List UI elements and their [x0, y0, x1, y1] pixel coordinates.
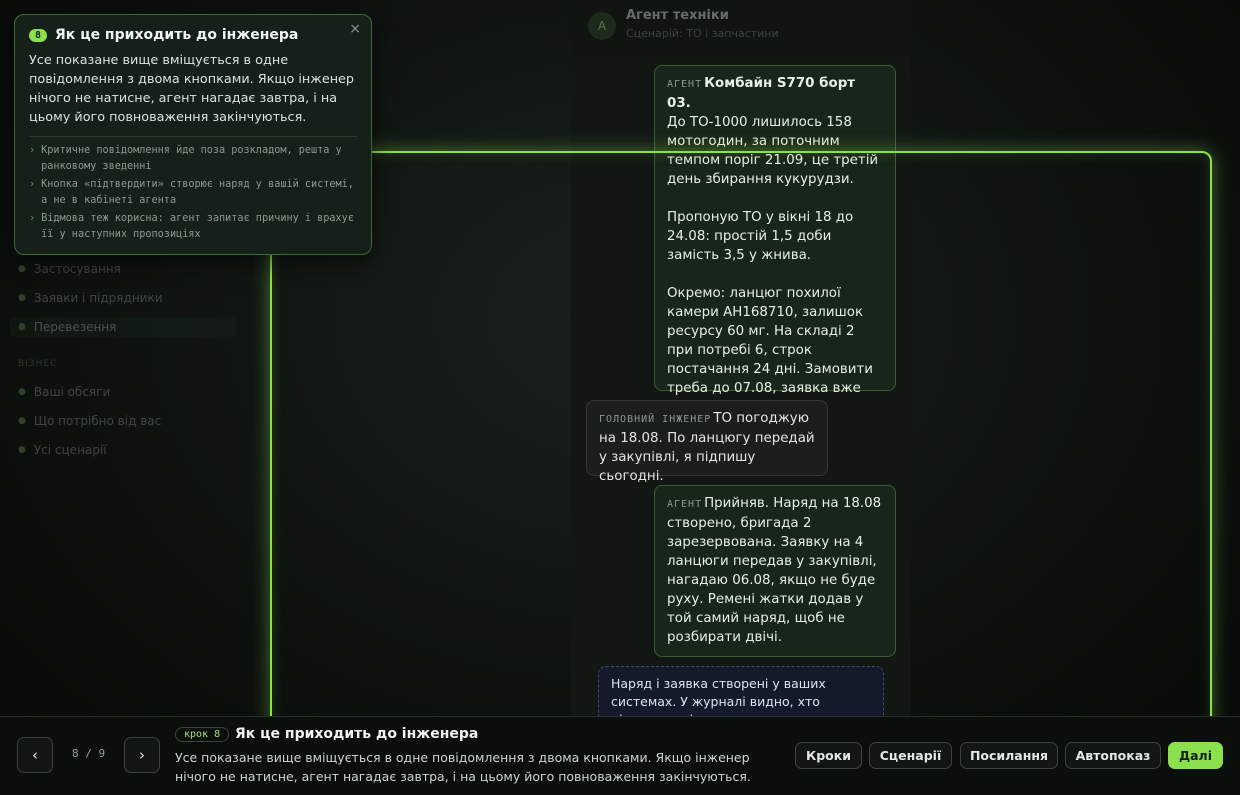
- tooltip-note: › Відмова теж корисна: агент запитає прич…: [29, 211, 357, 242]
- agent-message: АГЕНТ Прийняв. Наряд на 18.08 створено, б…: [654, 485, 896, 657]
- tour-tooltip: 8 Як це приходить до інженера × Усе пока…: [14, 14, 372, 255]
- sidebar-item[interactable]: ● Застосування: [18, 262, 121, 276]
- message-author: АГЕНТ: [667, 499, 703, 510]
- prev-step-button[interactable]: ‹: [17, 737, 53, 773]
- next-step-button[interactable]: ›: [124, 737, 160, 773]
- links-button[interactable]: Посилання: [960, 742, 1058, 769]
- tooltip-body: Усе показане вище вміщується в одне пові…: [29, 53, 355, 125]
- message-author: АГЕНТ: [667, 79, 703, 90]
- bullet-icon: ●: [18, 445, 26, 455]
- bullet-icon: ●: [18, 293, 26, 303]
- tooltip-note: › Кнопка «підтвердити» створює наряд у ва…: [29, 177, 357, 208]
- step-badge: 8: [29, 28, 48, 42]
- tooltip-note: › Критичне повідомлення йде поза розкладо…: [29, 143, 357, 174]
- sidebar-item-label: Заявки і підрядники: [33, 291, 163, 305]
- chevron-right-icon: ›: [29, 179, 36, 190]
- note-text: Кнопка «підтвердити» створює наряд у ваш…: [41, 179, 354, 206]
- tooltip-title: Як це приходить до інженера: [55, 27, 299, 43]
- note-text: Критичне повідомлення йде поза розкладом…: [41, 145, 342, 172]
- bullet-icon: ●: [18, 322, 26, 332]
- sidebar-item-label: Що потрібно від вас: [33, 414, 162, 428]
- step-pill: крок 8: [175, 727, 230, 742]
- sidebar-item-active[interactable]: ● Перевезення: [10, 317, 236, 337]
- sidebar-item-label: Застосування: [33, 262, 121, 276]
- sidebar-item[interactable]: ● Ваші обсяги: [18, 385, 110, 399]
- autoplay-button[interactable]: Автопоказ: [1065, 742, 1161, 769]
- divider: [29, 136, 357, 137]
- sidebar-item-label: Усі сценарії: [33, 443, 107, 457]
- agent-avatar: A: [588, 12, 616, 40]
- step-title: Як це приходить до інженера: [235, 726, 479, 742]
- sidebar-section-label: ВІЗНЕС: [18, 359, 58, 369]
- chat-subtitle: Сценарій: ТО і запчастини: [626, 27, 779, 40]
- steps-button[interactable]: Кроки: [795, 742, 862, 769]
- sidebar-item[interactable]: ● Що потрібно від вас: [18, 414, 161, 428]
- chevron-right-icon: ›: [29, 213, 36, 224]
- close-icon[interactable]: ×: [349, 21, 361, 37]
- step-counter: 8 / 9: [72, 747, 106, 760]
- step-description: Усе показане вище вміщується в одне пові…: [175, 750, 751, 784]
- message-text: Прийняв. Наряд на 18.08 створено, бригад…: [667, 496, 886, 645]
- message-text: До ТО-1000 лишилось 158 мотогодин, за по…: [667, 115, 879, 415]
- next-button[interactable]: Далі: [1168, 742, 1223, 769]
- scenarios-button[interactable]: Сценарії: [869, 742, 952, 769]
- message-author: ГОЛОВНИЙ ІНЖЕНЕР: [599, 414, 712, 425]
- sidebar-item-label: Перевезення: [33, 320, 117, 334]
- sidebar-item[interactable]: ● Усі сценарії: [18, 443, 107, 457]
- note-text: Відмова теж корисна: агент запитає причи…: [41, 213, 354, 240]
- bullet-icon: ●: [18, 264, 26, 274]
- bullet-icon: ●: [18, 416, 26, 426]
- engineer-message: ГОЛОВНИЙ ІНЖЕНЕР ТО погоджую на 18.08. По…: [586, 400, 828, 484]
- bullet-icon: ●: [18, 387, 26, 397]
- agent-message: АГЕНТ Комбайн S770 борт 03. До ТО-1000 ли…: [654, 65, 896, 415]
- chat-title: Агент техніки: [626, 8, 729, 23]
- sidebar-item[interactable]: ● Заявки і підрядники: [18, 291, 163, 305]
- sidebar-item-label: Ваші обсяги: [33, 385, 111, 399]
- chevron-right-icon: ›: [29, 145, 36, 156]
